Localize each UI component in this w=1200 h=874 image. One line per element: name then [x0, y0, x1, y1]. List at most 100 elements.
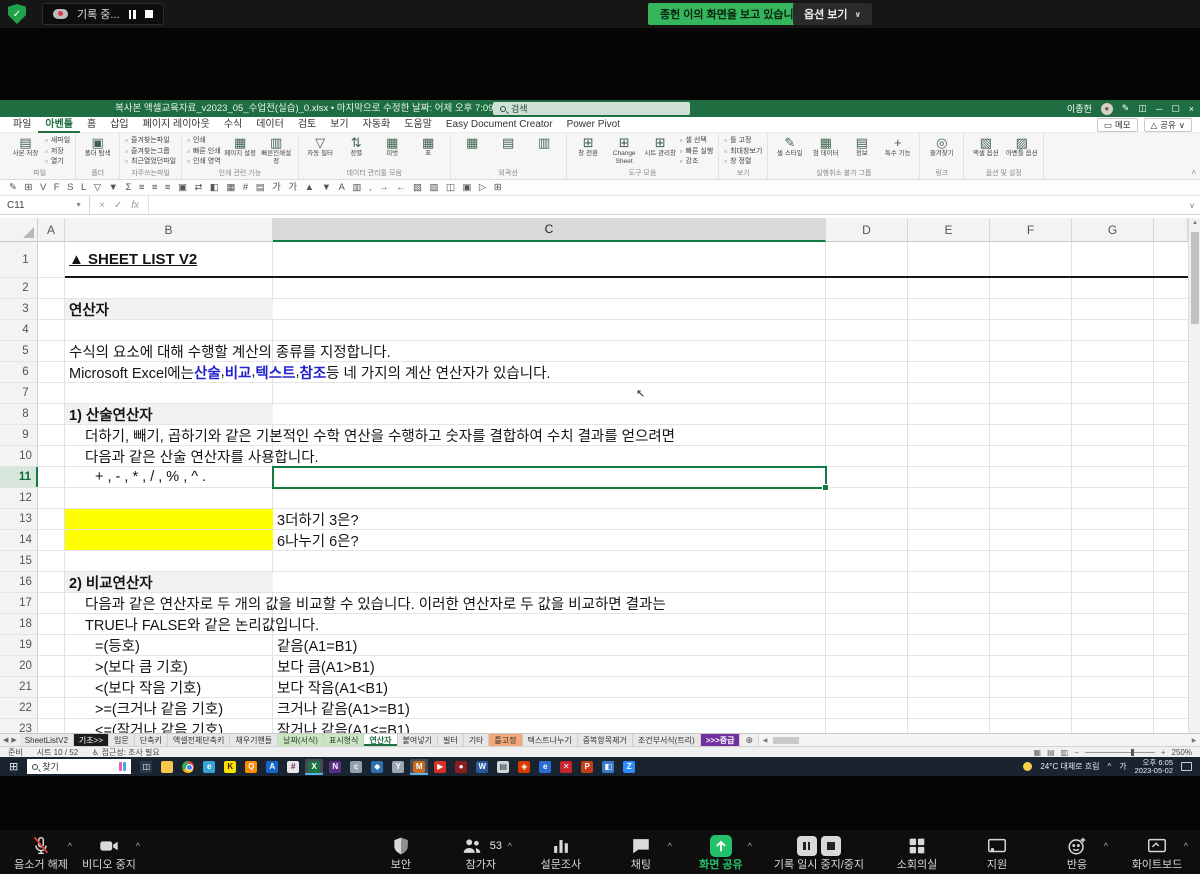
row-header-16[interactable]: 16: [0, 572, 38, 592]
cancel-icon[interactable]: ×: [99, 200, 105, 211]
normal-view-icon[interactable]: ▦: [1034, 748, 1042, 757]
ribbon-button[interactable]: ▦표: [412, 135, 445, 158]
ribbon-small-button[interactable]: ▫즐겨찾는그룹: [125, 147, 176, 157]
highlighted-cell-B13[interactable]: [65, 509, 273, 529]
ribbon-button[interactable]: ▨아벤틀 옵션: [1005, 135, 1038, 158]
cell-B19[interactable]: =(등호): [95, 635, 140, 655]
menu-tab-6[interactable]: 수식: [217, 117, 249, 133]
horizontal-scroll-thumb[interactable]: [773, 737, 799, 744]
qat-icon[interactable]: ▧: [413, 180, 422, 196]
ribbon-button[interactable]: ▥: [528, 135, 561, 150]
taskbar-icon-printer[interactable]: ▤: [494, 759, 512, 775]
row-header-10[interactable]: 10: [0, 446, 38, 466]
qat-icon[interactable]: ▥: [352, 180, 361, 196]
spreadsheet-grid[interactable]: ABCDEFG 1▲ SHEET LIST V223연산자45수식의 요소에 대…: [0, 218, 1200, 733]
sheet-tab-표시형식[interactable]: 표시형식: [324, 734, 364, 746]
taskbar-icon-orange-red-app[interactable]: ◈: [515, 759, 533, 775]
qat-icon[interactable]: ▣: [178, 180, 187, 196]
taskbar-icon-cloud-app[interactable]: c: [347, 759, 365, 775]
sheet-tab-필터[interactable]: 필터: [438, 734, 464, 746]
sheet-tab-채우기핸들[interactable]: 채우기핸들: [230, 734, 278, 746]
zoom-chat-button[interactable]: ^채팅: [614, 834, 668, 871]
row-header-12[interactable]: 12: [0, 488, 38, 508]
row-header-18[interactable]: 18: [0, 614, 38, 634]
sheet-tab-입문[interactable]: 입문: [109, 734, 135, 746]
taskbar-icon-youtube[interactable]: ▶: [431, 759, 449, 775]
qat-icon[interactable]: #: [243, 180, 248, 196]
qat-icon[interactable]: V: [40, 180, 46, 196]
cell-C13[interactable]: 3더하기 3은?: [277, 509, 359, 529]
menu-tab-7[interactable]: 데이터: [249, 117, 291, 133]
enter-icon[interactable]: ✓: [114, 200, 122, 211]
fx-icon[interactable]: fx: [131, 200, 139, 211]
zoom-polls-button[interactable]: 설문조사: [534, 834, 588, 871]
cell-B3[interactable]: 연산자: [69, 299, 109, 319]
menu-tab-2[interactable]: 아벤틀: [38, 117, 80, 133]
stop-record-icon[interactable]: [821, 836, 841, 856]
cell-B5[interactable]: 수식의 요소에 대해 수행할 계산의 종류를 지정합니다.: [69, 341, 391, 361]
ribbon-small-button[interactable]: ▫최대창보기: [724, 147, 762, 157]
qat-icon[interactable]: Σ: [125, 180, 131, 196]
chevron-up-icon[interactable]: ^: [748, 841, 752, 851]
cell-B9[interactable]: 더하기, 빼기, 곱하기와 같은 기본적인 수학 연산을 수행하고 숫자를 결합…: [85, 425, 675, 445]
vertical-scrollbar[interactable]: ▲: [1188, 218, 1200, 733]
ribbon-small-button[interactable]: ▫새파일: [45, 136, 70, 146]
qat-icon[interactable]: L: [81, 180, 86, 196]
cell-C22[interactable]: 크거나 같음(A1>=B1): [277, 698, 410, 718]
zoom-share-button[interactable]: ^화면 공유: [694, 834, 748, 871]
qat-icon[interactable]: ✎: [9, 180, 17, 196]
ribbon-button[interactable]: ▦피벗: [376, 135, 409, 158]
cell-B11[interactable]: + , - , * , / , % , ^ .: [95, 467, 206, 487]
ribbon-small-button[interactable]: ▫인쇄: [187, 136, 221, 146]
row-header-23[interactable]: 23: [0, 719, 38, 733]
qat-icon[interactable]: ⇄: [194, 180, 202, 196]
menu-tab-8[interactable]: 검토: [291, 117, 323, 133]
qat-icon[interactable]: ≡: [165, 180, 171, 196]
cell-B16[interactable]: 2) 비교연산자: [69, 572, 153, 592]
column-header-F[interactable]: F: [990, 218, 1072, 242]
taskbar-icon-mic-app[interactable]: M: [410, 759, 428, 775]
close-button[interactable]: ×: [1189, 104, 1194, 114]
zoom-mute-button[interactable]: ^음소거 해제: [14, 834, 68, 871]
row-header-8[interactable]: 8: [0, 404, 38, 424]
cell-C23[interactable]: 작거나 같음(A1<=B1): [277, 719, 410, 733]
name-box[interactable]: C11▼: [0, 196, 90, 214]
pause-recording-button[interactable]: [129, 10, 136, 19]
ribbon-button[interactable]: ▦: [456, 135, 489, 150]
ribbon-button[interactable]: ▤사본 저장: [9, 135, 42, 158]
row-header-11[interactable]: 11: [0, 467, 38, 487]
sheet-tab-틀고정[interactable]: 틀고정: [489, 734, 522, 746]
qat-icon[interactable]: ▤: [256, 180, 265, 196]
horizontal-scrollbar[interactable]: ◀ ▶: [758, 734, 1200, 746]
search-box[interactable]: 검색: [493, 102, 690, 115]
selected-cell-C11[interactable]: [272, 466, 827, 489]
cell-B17[interactable]: 다음과 같은 연산자로 두 개의 값을 비교할 수 있습니다. 이러한 연산자로…: [85, 593, 666, 613]
sheet-tab-붙여넣기[interactable]: 붙여넣기: [398, 734, 438, 746]
collapse-ribbon-icon[interactable]: ˄: [1191, 168, 1196, 177]
view-options-button[interactable]: 옵션 보기 ∨: [793, 3, 872, 25]
ime-indicator[interactable]: 가: [1119, 761, 1126, 772]
sheet-tab-SheetListV2[interactable]: SheetListV2: [20, 734, 74, 746]
qat-icon[interactable]: ▽: [94, 180, 101, 196]
taskbar-icon-onenote[interactable]: N: [326, 759, 344, 775]
ribbon-small-button[interactable]: ▫틀 고정: [724, 136, 762, 146]
cell-B8[interactable]: 1) 산술연산자: [69, 404, 153, 424]
row-header-22[interactable]: 22: [0, 698, 38, 718]
sheet-tab-기초[interactable]: 기초>>: [74, 734, 109, 746]
scroll-up-icon[interactable]: ▲: [1189, 220, 1200, 226]
column-header-G[interactable]: G: [1072, 218, 1154, 242]
weather-icon[interactable]: [1023, 762, 1032, 771]
scroll-right-icon[interactable]: ▶: [1188, 737, 1200, 744]
taskbar-icon-search-app[interactable]: Q: [242, 759, 260, 775]
chevron-up-icon[interactable]: ^: [68, 841, 72, 851]
zoom-breakout-button[interactable]: 소회의실: [890, 834, 944, 871]
column-header-D[interactable]: D: [826, 218, 908, 242]
row-header-4[interactable]: 4: [0, 320, 38, 340]
qat-icon[interactable]: ⊞: [494, 180, 502, 196]
taskbar-search[interactable]: 찾기: [27, 759, 131, 774]
taskbar-icon-adobe-red[interactable]: ✕: [557, 759, 575, 775]
taskbar-icon-lab-app[interactable]: Y: [389, 759, 407, 775]
ribbon-small-button[interactable]: ▫창 정렬: [724, 157, 762, 167]
cell-B21[interactable]: <(보다 작음 기호): [95, 677, 201, 697]
zoom-whiteboard-button[interactable]: ^화이트보드: [1130, 834, 1184, 871]
